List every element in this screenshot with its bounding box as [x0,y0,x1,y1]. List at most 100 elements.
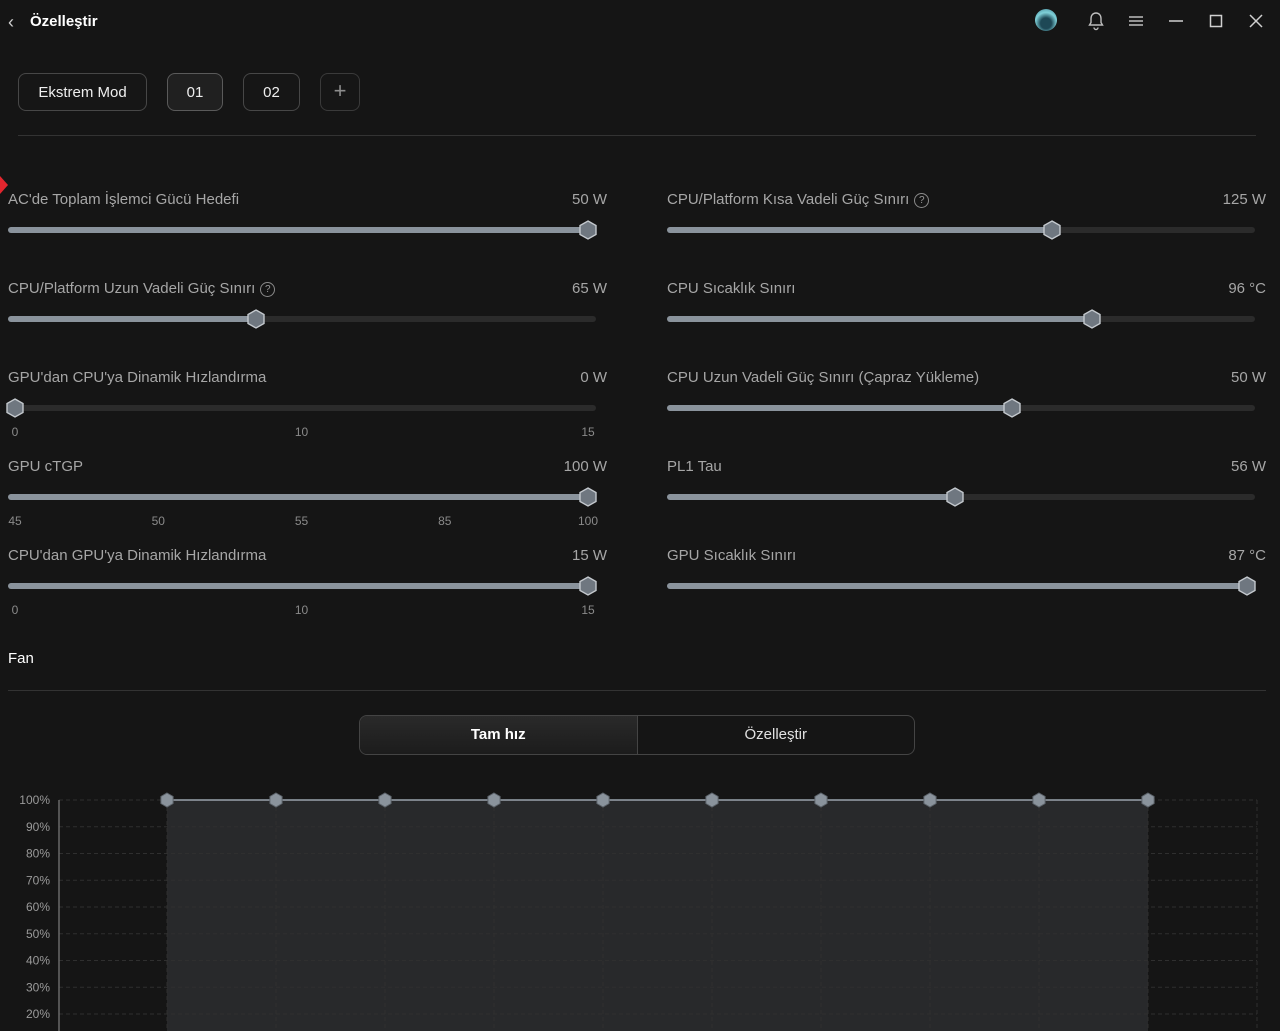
selection-marker-icon [0,176,8,194]
fan-mode-full-speed[interactable]: Tam hız [360,716,638,754]
slider-track[interactable] [8,487,597,507]
fan-curve-point[interactable] [923,792,937,808]
slider-label: CPU Sıcaklık Sınırı [667,280,795,297]
slider-thumb[interactable] [1237,576,1257,596]
slider-fill [8,583,591,589]
slider-track[interactable] [667,220,1255,240]
avatar[interactable] [1035,9,1057,31]
slider-track[interactable] [667,576,1256,596]
slider-tick-label: 50 [151,514,165,528]
slider-tick-label: 0 [11,603,19,617]
help-icon[interactable]: ? [260,282,276,297]
slider-thumb[interactable] [578,576,598,596]
fan-mode-custom[interactable]: Özelleştir [638,716,915,754]
fan-curve-point[interactable] [705,792,719,808]
slider-value: 65 W [571,280,607,297]
slider-tick-label: 0 [11,425,19,439]
slider-thumb[interactable] [1082,309,1102,329]
slider-label-text: GPU cTGP [8,458,84,475]
slider-label: GPU cTGP [8,458,83,475]
bell-icon[interactable] [1085,10,1107,32]
slider-label-text: AC'de Toplam İşlemci Gücü Hedefi [8,191,240,208]
mode-tab-02[interactable]: 02 [243,73,300,111]
y-tick-label: 30% [26,980,50,994]
slider-tick-label: 15 [581,425,595,439]
slider-track[interactable] [8,220,597,240]
fan-mode-selector: Tam hız Özelleştir [359,715,915,755]
fan-curve-point[interactable] [487,792,501,808]
slider-label: CPU/Platform Kısa Vadeli Güç Sınırı? [667,191,930,208]
fan-curve-area [167,800,1148,1031]
slider-thumb[interactable] [1042,220,1062,240]
slider-thumb[interactable] [578,487,598,507]
slider-label-text: CPU/Platform Kısa Vadeli Güç Sınırı [667,191,910,208]
fan-curve-point[interactable] [814,792,828,808]
slider-value: 15 W [571,547,607,564]
close-icon[interactable] [1245,10,1267,32]
chevron-left-icon: ‹ [8,12,14,32]
slider-value: 56 W [1230,458,1266,475]
slider-value: 87 °C [1228,547,1266,564]
y-tick-label: 40% [26,954,50,968]
slider-thumb[interactable] [1002,398,1022,418]
slider-value: 0 W [580,369,607,386]
slider-tick-label: 55 [294,514,309,528]
slider-label: PL1 Tau [667,458,722,475]
add-mode-button[interactable]: + [320,73,360,111]
slider-fill [667,494,953,500]
slider-tick-label: 10 [294,425,309,439]
slider-track[interactable] [667,487,1255,507]
slider-fill [667,227,1052,233]
page-title: Özelleştir [30,13,98,30]
slider-label-text: CPU'dan GPU'ya Dinamik Hızlandırma [8,547,267,564]
back-button[interactable]: ‹ [8,12,22,32]
slider-track[interactable] [6,398,596,418]
fan-curve-point[interactable] [269,792,283,808]
slider-value: 125 W [1222,191,1266,208]
slider-fill [8,316,253,322]
slider-label: GPU Sıcaklık Sınırı [667,547,796,564]
y-tick-label: 70% [26,873,50,887]
slider-track[interactable] [8,309,596,329]
help-icon[interactable]: ? [914,193,930,208]
slider-track[interactable] [667,398,1255,418]
slider-thumb[interactable] [945,487,965,507]
y-tick-label: 80% [26,847,50,861]
fan-curve-point[interactable] [1141,792,1155,808]
slider-label: CPU Uzun Vadeli Güç Sınırı (Çapraz Yükle… [667,369,979,386]
fan-curve-point[interactable] [1032,792,1046,808]
fan-curve-point[interactable] [378,792,392,808]
menu-icon[interactable] [1125,10,1147,32]
fan-curve-chart: 100% 90% 80% 70% 60% 50% 40% 30% 20% [19,792,1258,1031]
maximize-icon[interactable] [1205,10,1227,32]
plus-icon: + [333,78,347,103]
slider-label-text: CPU Uzun Vadeli Güç Sınırı (Çapraz Yükle… [667,369,980,386]
slider-thumb[interactable] [578,220,598,240]
divider [8,690,1266,691]
slider-tick-label: 85 [438,514,452,528]
slider-tick-label: 10 [294,603,309,617]
slider-value: 50 W [571,191,607,208]
fan-curve-point[interactable] [160,792,174,808]
minimize-icon[interactable] [1165,10,1187,32]
mode-tab-01[interactable]: 01 [167,73,223,111]
slider-label-text: CPU Sıcaklık Sınırı [667,280,796,297]
slider-label: AC'de Toplam İşlemci Gücü Hedefi [8,191,239,208]
slider-track[interactable] [667,309,1255,329]
fan-section-title: Fan [8,650,34,667]
slider-fill [667,405,1011,411]
mode-tab-extreme[interactable]: Ekstrem Mod [18,73,147,111]
slider-tick-label: 45 [8,514,22,528]
slider-track[interactable] [8,576,597,596]
slider-fill [667,316,1093,322]
slider-label-text: PL1 Tau [667,458,722,475]
slider-tick-label: 15 [581,603,595,617]
slider-fill [667,583,1250,589]
slider-thumb[interactable] [5,398,25,418]
slider-label-text: GPU'dan CPU'ya Dinamik Hızlandırma [8,369,267,386]
slider-thumb[interactable] [246,309,266,329]
slider-fill [8,494,591,500]
slider-label-text: CPU/Platform Uzun Vadeli Güç Sınırı [8,280,256,297]
slider-value: 96 °C [1228,280,1266,297]
fan-curve-point[interactable] [596,792,610,808]
